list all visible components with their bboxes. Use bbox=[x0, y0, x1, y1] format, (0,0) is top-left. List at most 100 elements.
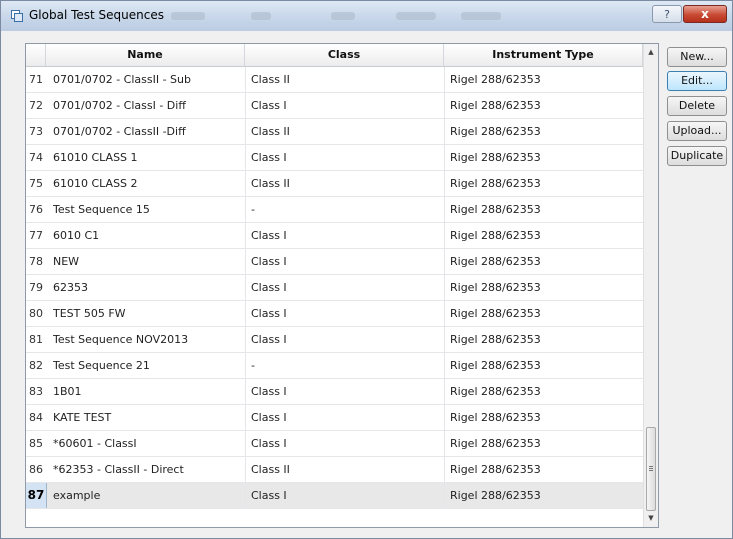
table-row[interactable]: 81 Test Sequence NOV2013 Class I Rigel 288/… bbox=[26, 327, 643, 353]
table-row[interactable]: 75 61010 CLASS 2 Class II Rigel 288/62353 bbox=[26, 171, 643, 197]
cell-instrument-type: Rigel 288/62353 bbox=[450, 229, 541, 242]
cell-class: - bbox=[251, 359, 255, 372]
cell-instrument-type: Rigel 288/62353 bbox=[450, 437, 541, 450]
scroll-up-arrow-icon[interactable]: ▲ bbox=[644, 44, 658, 60]
row-number: 71 bbox=[29, 73, 43, 86]
cell-name: TEST 505 FW bbox=[53, 307, 126, 320]
cell-class: - bbox=[251, 203, 255, 216]
blurred-title-text bbox=[331, 12, 355, 20]
cell-class: Class I bbox=[251, 333, 287, 346]
cell-instrument-type: Rigel 288/62353 bbox=[450, 203, 541, 216]
cell-class: Class II bbox=[251, 177, 290, 190]
table-row[interactable]: 73 0701/0702 - ClassII -Diff Class II Rigel… bbox=[26, 119, 643, 145]
dialog-window: Global Test Sequences ? x Name Class Ins… bbox=[0, 0, 733, 539]
cell-class: Class I bbox=[251, 151, 287, 164]
table-row[interactable]: 77 6010 C1 Class I Rigel 288/62353 bbox=[26, 223, 643, 249]
blurred-title-text bbox=[171, 12, 205, 20]
row-number: 77 bbox=[29, 229, 43, 242]
new-button[interactable]: New... bbox=[667, 47, 727, 67]
column-header-instrument-type[interactable]: Instrument Type bbox=[444, 44, 643, 66]
help-button[interactable]: ? bbox=[652, 5, 682, 23]
row-number: 83 bbox=[29, 385, 43, 398]
row-number: 76 bbox=[29, 203, 43, 216]
table-row[interactable]: 84 KATE TEST Class I Rigel 288/62353 bbox=[26, 405, 643, 431]
cell-name: *62353 - ClassII - Direct bbox=[53, 463, 184, 476]
cell-class: Class I bbox=[251, 489, 287, 502]
cell-instrument-type: Rigel 288/62353 bbox=[450, 151, 541, 164]
row-number: 72 bbox=[29, 99, 43, 112]
cell-name: 0701/0702 - ClassI - Diff bbox=[53, 99, 186, 112]
table-row[interactable]: 78 NEW Class I Rigel 288/62353 bbox=[26, 249, 643, 275]
column-header-name[interactable]: Name bbox=[46, 44, 245, 66]
window-app-icon bbox=[11, 10, 23, 22]
blurred-title-text bbox=[251, 12, 271, 20]
cell-instrument-type: Rigel 288/62353 bbox=[450, 333, 541, 346]
cell-name: NEW bbox=[53, 255, 80, 268]
close-button[interactable]: x bbox=[683, 5, 727, 23]
cell-name: 0701/0702 - ClassII - Sub bbox=[53, 73, 191, 86]
cell-class: Class II bbox=[251, 125, 290, 138]
table-row[interactable]: 87 example Class I Rigel 288/62353 bbox=[26, 483, 643, 509]
row-number: 87 bbox=[26, 483, 47, 508]
cell-name: *60601 - ClassI bbox=[53, 437, 137, 450]
table-row[interactable]: 71 0701/0702 - ClassII - Sub Class II Rigel… bbox=[26, 67, 643, 93]
column-divider bbox=[245, 67, 246, 509]
delete-button[interactable]: Delete bbox=[667, 96, 727, 116]
cell-name: 6010 C1 bbox=[53, 229, 100, 242]
window-title: Global Test Sequences bbox=[29, 8, 164, 22]
cell-class: Class I bbox=[251, 99, 287, 112]
duplicate-button[interactable]: Duplicate bbox=[667, 146, 727, 166]
blurred-title-text bbox=[396, 12, 436, 20]
table-row[interactable]: 85 *60601 - ClassI Class I Rigel 288/62353 bbox=[26, 431, 643, 457]
cell-instrument-type: Rigel 288/62353 bbox=[450, 385, 541, 398]
cell-name: 61010 CLASS 2 bbox=[53, 177, 138, 190]
table-row[interactable]: 72 0701/0702 - ClassI - Diff Class I Rigel … bbox=[26, 93, 643, 119]
blurred-title-text bbox=[461, 12, 501, 20]
upload-button[interactable]: Upload... bbox=[667, 121, 727, 141]
table-row[interactable]: 80 TEST 505 FW Class I Rigel 288/62353 bbox=[26, 301, 643, 327]
header-corner bbox=[26, 44, 46, 66]
cell-name: Test Sequence 15 bbox=[53, 203, 150, 216]
table-row[interactable]: 82 Test Sequence 21 - Rigel 288/62353 bbox=[26, 353, 643, 379]
cell-instrument-type: Rigel 288/62353 bbox=[450, 489, 541, 502]
table-row[interactable]: 74 61010 CLASS 1 Class I Rigel 288/62353 bbox=[26, 145, 643, 171]
row-number: 82 bbox=[29, 359, 43, 372]
row-number: 73 bbox=[29, 125, 43, 138]
cell-instrument-type: Rigel 288/62353 bbox=[450, 359, 541, 372]
scroll-down-arrow-icon[interactable]: ▼ bbox=[644, 510, 658, 526]
title-bar: Global Test Sequences ? x bbox=[1, 1, 732, 31]
row-number: 81 bbox=[29, 333, 43, 346]
cell-name: KATE TEST bbox=[53, 411, 112, 424]
table-row[interactable]: 79 62353 Class I Rigel 288/62353 bbox=[26, 275, 643, 301]
cell-name: 0701/0702 - ClassII -Diff bbox=[53, 125, 186, 138]
cell-instrument-type: Rigel 288/62353 bbox=[450, 307, 541, 320]
scrollbar-thumb[interactable] bbox=[646, 427, 656, 511]
cell-class: Class I bbox=[251, 255, 287, 268]
cell-instrument-type: Rigel 288/62353 bbox=[450, 463, 541, 476]
table-row[interactable]: 83 1B01 Class I Rigel 288/62353 bbox=[26, 379, 643, 405]
vertical-scrollbar[interactable]: ▲ ▼ bbox=[643, 44, 658, 527]
cell-name: 62353 bbox=[53, 281, 88, 294]
row-number: 75 bbox=[29, 177, 43, 190]
row-number: 85 bbox=[29, 437, 43, 450]
edit-button[interactable]: Edit... bbox=[667, 71, 727, 91]
cell-class: Class I bbox=[251, 281, 287, 294]
cell-class: Class I bbox=[251, 385, 287, 398]
cell-class: Class II bbox=[251, 463, 290, 476]
table-row[interactable]: 86 *62353 - ClassII - Direct Class II Rigel… bbox=[26, 457, 643, 483]
cell-class: Class I bbox=[251, 229, 287, 242]
cell-instrument-type: Rigel 288/62353 bbox=[450, 281, 541, 294]
row-number: 78 bbox=[29, 255, 43, 268]
cell-instrument-type: Rigel 288/62353 bbox=[450, 255, 541, 268]
cell-class: Class I bbox=[251, 411, 287, 424]
cell-instrument-type: Rigel 288/62353 bbox=[450, 99, 541, 112]
column-header-class[interactable]: Class bbox=[245, 44, 444, 66]
cell-instrument-type: Rigel 288/62353 bbox=[450, 73, 541, 86]
cell-name: 1B01 bbox=[53, 385, 82, 398]
table-row[interactable]: 76 Test Sequence 15 - Rigel 288/62353 bbox=[26, 197, 643, 223]
row-number: 80 bbox=[29, 307, 43, 320]
cell-name: 61010 CLASS 1 bbox=[53, 151, 138, 164]
sequence-table: Name Class Instrument Type 71 0701/0702 -… bbox=[25, 43, 659, 528]
row-number: 74 bbox=[29, 151, 43, 164]
cell-instrument-type: Rigel 288/62353 bbox=[450, 125, 541, 138]
